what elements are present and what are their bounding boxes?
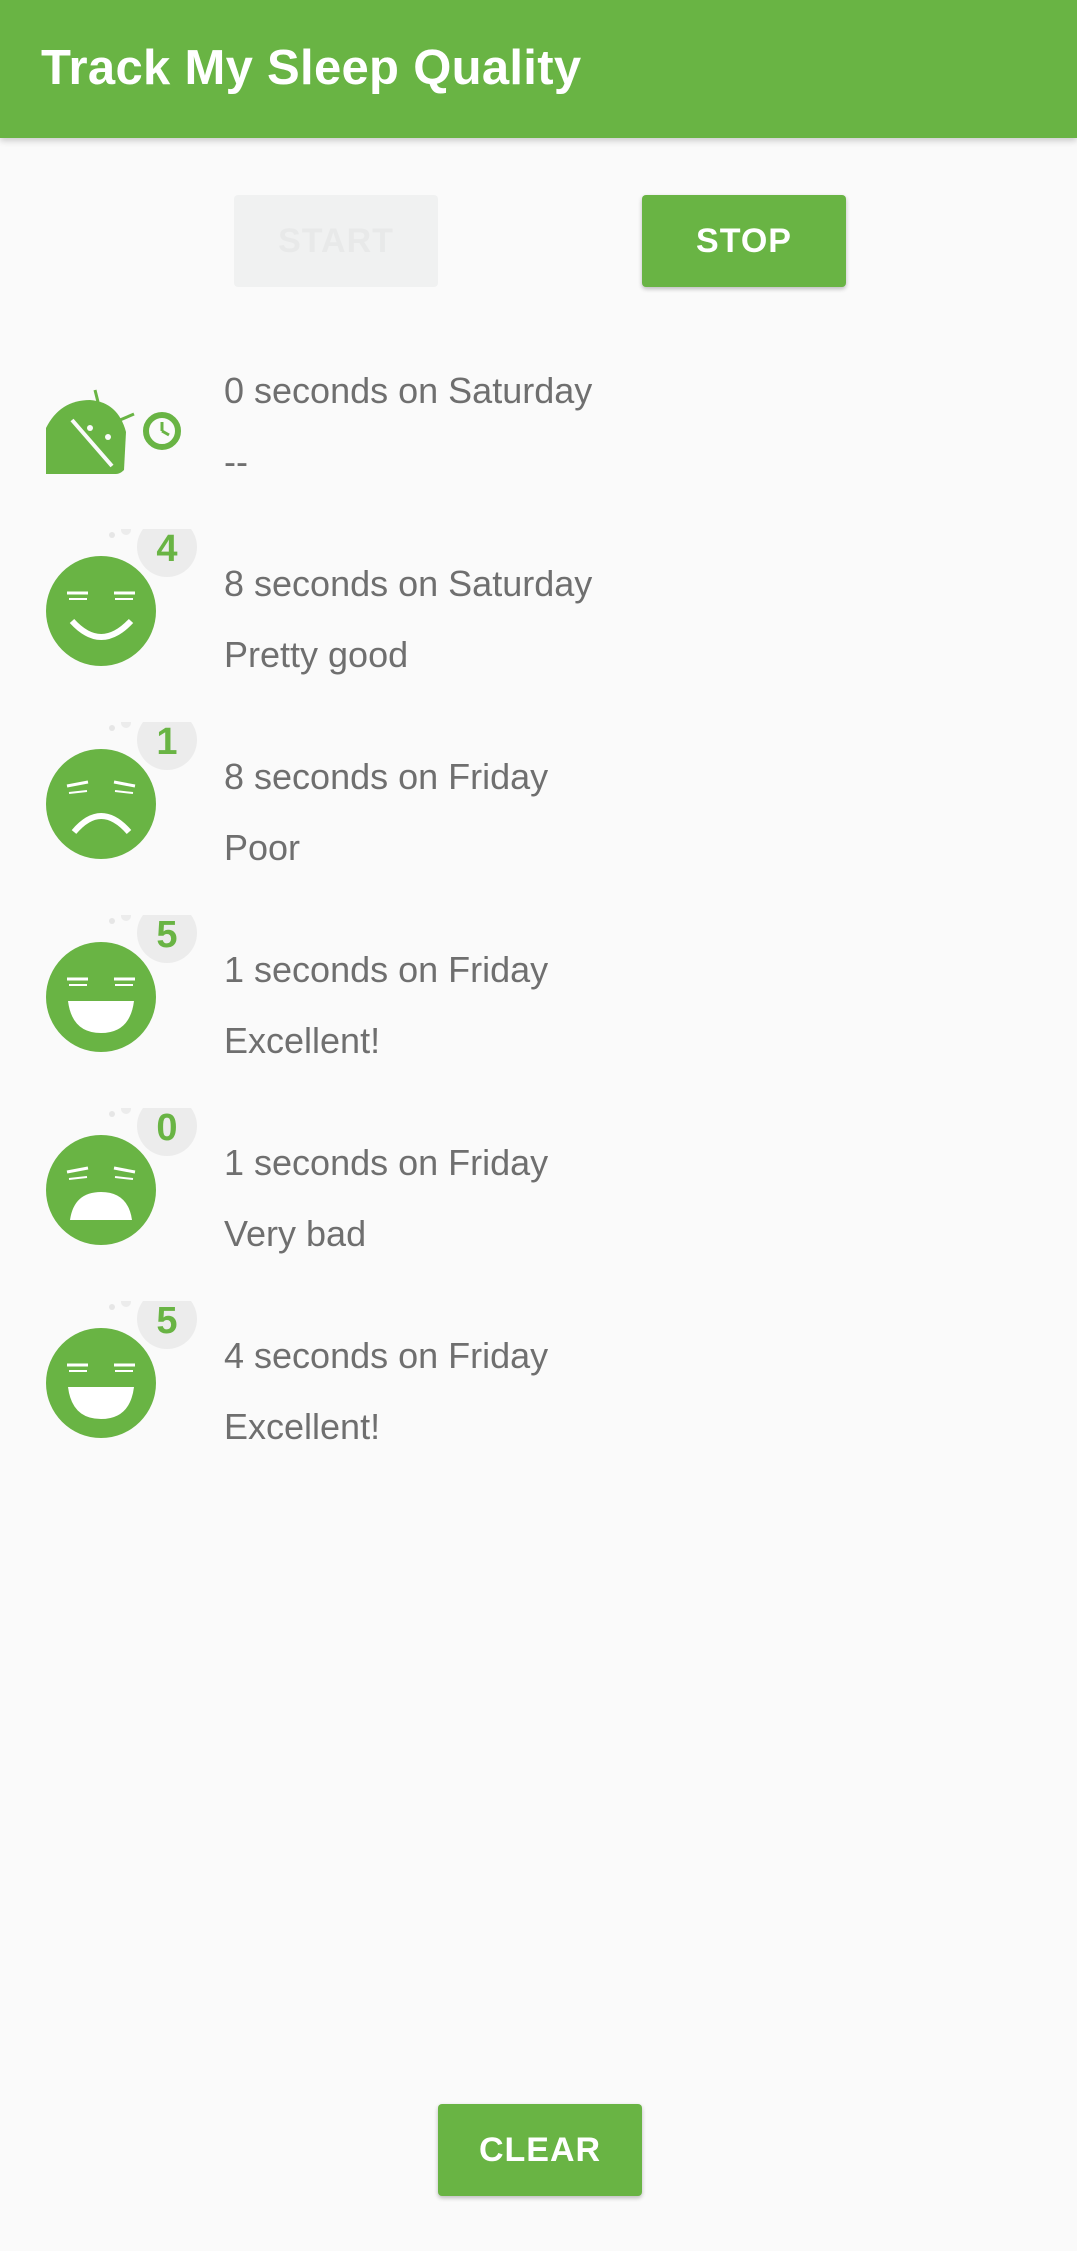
sleep-night-item[interactable]: 5 4 seconds on Friday Excellent! [0,1301,1077,1493]
rating-badge-number: 1 [156,722,177,763]
frown-face-icon: 1 [46,722,197,859]
sleep-night-item[interactable]: 1 8 seconds on Friday Poor [0,722,1077,914]
laugh-face-icon: 5 [46,1301,197,1438]
clear-button[interactable]: CLEAR [438,2104,642,2196]
grimace-face-icon: 0 [46,1108,197,1245]
sleep-duration: 4 seconds on Friday [224,1335,549,1376]
smile-face-icon: 4 [46,529,197,666]
sleep-duration: 0 seconds on Saturday [224,370,593,411]
sleep-duration: 1 seconds on Friday [224,1142,549,1183]
rating-badge-number: 5 [156,915,177,956]
sleep-duration: 1 seconds on Friday [224,949,549,990]
app-title: Track My Sleep Quality [41,41,582,95]
sleep-quality: Poor [224,827,301,868]
sleep-quality: -- [224,441,248,482]
rating-badge-number: 0 [156,1108,177,1149]
sleep-duration: 8 seconds on Friday [224,756,549,797]
start-button[interactable]: START [234,195,438,287]
rating-badge-number: 4 [156,529,177,570]
sleep-active-icon [46,389,181,474]
sleep-quality: Pretty good [224,634,409,675]
laugh-face-icon: 5 [46,915,197,1052]
sleep-night-item[interactable]: 0 1 seconds on Friday Very bad [0,1108,1077,1300]
sleep-night-item[interactable]: 0 seconds on Saturday -- [0,336,1077,528]
sleep-night-item[interactable]: 5 1 seconds on Friday Excellent! [0,915,1077,1107]
sleep-quality: Excellent! [224,1020,381,1061]
sleep-quality: Very bad [224,1213,367,1254]
sleep-quality: Excellent! [224,1406,381,1447]
sleep-duration: 8 seconds on Saturday [224,563,593,604]
rating-badge-number: 5 [156,1301,177,1342]
stop-button[interactable]: STOP [642,195,846,287]
sleep-night-item[interactable]: 4 8 seconds on Saturday Pretty good [0,529,1077,721]
app-bar: Track My Sleep Quality [0,0,1077,138]
